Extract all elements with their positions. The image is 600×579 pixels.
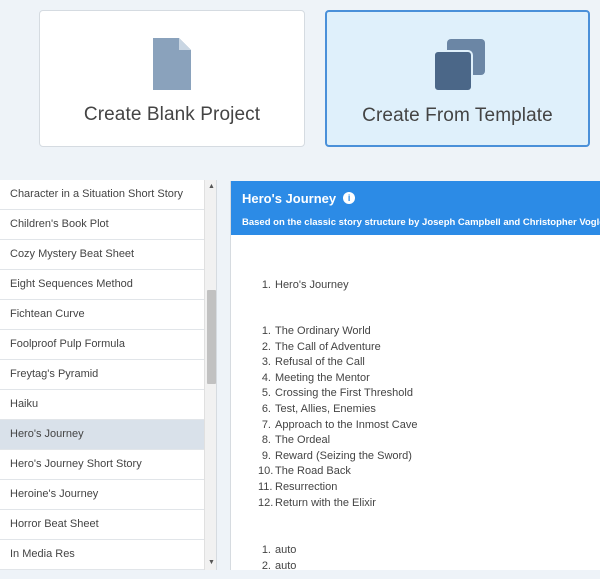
list-item-text: Resurrection [275, 480, 338, 493]
create-from-template-card[interactable]: Create From Template [325, 10, 590, 147]
template-list-item[interactable]: Foolproof Pulp Formula [0, 330, 204, 360]
scroll-down-arrow-icon[interactable]: ▼ [205, 556, 216, 570]
list-item: 10. The Road Back [258, 464, 417, 480]
template-detail-panel: Hero's Journey i Based on the classic st… [230, 181, 600, 570]
list-item-text: Test, Allies, Enemies [275, 402, 376, 415]
list-item: 1. auto [258, 543, 297, 559]
list-item-text: Return with the Elixir [275, 496, 376, 509]
list-item: 7. Approach to the Inmost Cave [258, 418, 418, 434]
template-list-item[interactable]: Children's Book Plot [0, 210, 204, 240]
create-from-template-label: Create From Template [362, 105, 553, 126]
list-item-text: Refusal of the Call [275, 356, 365, 369]
template-list-item[interactable]: Hero's Journey [0, 420, 204, 450]
section-list: 1. Hero's Journey [258, 278, 349, 294]
template-list-item[interactable]: Fichtean Curve [0, 300, 204, 330]
template-list-item[interactable]: Heroine's Journey [0, 480, 204, 510]
list-item-text: The Road Back [275, 465, 351, 478]
create-blank-project-card[interactable]: Create Blank Project [39, 10, 305, 147]
list-item-number: 1. [261, 325, 271, 337]
template-list-scrollbar[interactable]: ▲ ▼ [204, 180, 216, 570]
list-item-text: The Ordinary World [275, 325, 371, 337]
list-item-number: 7. [261, 418, 271, 431]
list-item-number: 12. [258, 496, 274, 509]
file-icon [144, 38, 200, 90]
copy-icon [430, 39, 486, 92]
list-item: 5. Crossing the First Threshold [258, 386, 417, 402]
create-blank-project-label: Create Blank Project [83, 104, 261, 125]
template-detail-title: Hero's Journey [242, 190, 337, 206]
list-item: 1. The Ordinary World [258, 324, 417, 340]
list-item: 6. Test, Allies, Enemies [258, 402, 417, 418]
list-item-number: 2. [261, 340, 271, 353]
list-item: 11. Resurrection [258, 480, 417, 496]
info-icon[interactable]: i [343, 192, 356, 204]
template-list-item[interactable]: Hero's Journey Short Story [0, 450, 204, 480]
list-item-number: 6. [261, 402, 271, 415]
auto-list: 1. auto 2. auto [258, 543, 297, 570]
template-list-item[interactable]: Cozy Mystery Beat Sheet [0, 240, 204, 270]
scroll-thumb[interactable] [207, 290, 216, 384]
list-item-text: The Call of Adventure [275, 340, 381, 353]
list-item-number: 11. [258, 480, 273, 493]
list-item-text: Reward (Seizing the Sword) [275, 449, 412, 462]
list-item-number: 10. [258, 465, 274, 478]
template-list-item[interactable]: Freytag's Pyramid [0, 360, 204, 390]
list-item-text: Hero's Journey [275, 279, 349, 291]
list-item: 2. auto [258, 559, 297, 570]
list-item-number: 1. [261, 544, 271, 556]
list-item: 12. Return with the Elixir [258, 496, 417, 512]
list-item-number: 4. [261, 371, 271, 384]
template-list-item[interactable]: Horror Beat Sheet [0, 510, 204, 540]
list-item-text: Approach to the Inmost Cave [275, 418, 418, 431]
template-list: Character in a Situation Short Story Chil… [0, 180, 204, 570]
template-list-item[interactable]: Character in a Situation Short Story [0, 180, 204, 210]
list-item-number: 8. [261, 434, 271, 447]
list-item: 3. Refusal of the Call [258, 355, 417, 371]
list-item: 2. The Call of Adventure [258, 340, 417, 356]
scroll-up-arrow-icon[interactable]: ▲ [205, 180, 216, 194]
template-list-item[interactable]: In Media Res [0, 540, 204, 570]
list-item-number: 2. [261, 559, 271, 570]
list-item: 8. The Ordeal [258, 433, 417, 449]
list-item-text: Crossing the First Threshold [275, 387, 413, 400]
list-item-text: auto [275, 544, 297, 556]
bottom-strip [0, 570, 600, 579]
template-detail-header: Hero's Journey i Based on the classic st… [231, 181, 600, 235]
list-item-number: 9. [261, 449, 271, 462]
template-detail-subtitle: Based on the classic story structure by … [242, 217, 600, 228]
list-item-text: Meeting the Mentor [275, 371, 370, 384]
list-item-number: 5. [261, 387, 271, 400]
steps-list: 1. The Ordinary World 2. The Call of Advent… [258, 324, 417, 511]
template-list-item[interactable]: Haiku [0, 390, 204, 420]
list-item-text: The Ordeal [275, 434, 331, 447]
list-item: 1. Hero's Journey [258, 278, 349, 294]
template-list-item[interactable]: Eight Sequences Method [0, 270, 204, 300]
list-item-text: auto [275, 559, 297, 570]
list-item: 4. Meeting the Mentor [258, 371, 417, 387]
list-item: 9. Reward (Seizing the Sword) [258, 449, 417, 465]
list-item-number: 1. [261, 279, 271, 291]
list-item-number: 3. [261, 356, 271, 369]
template-list-panel: Character in a Situation Short Story Chil… [0, 180, 217, 570]
